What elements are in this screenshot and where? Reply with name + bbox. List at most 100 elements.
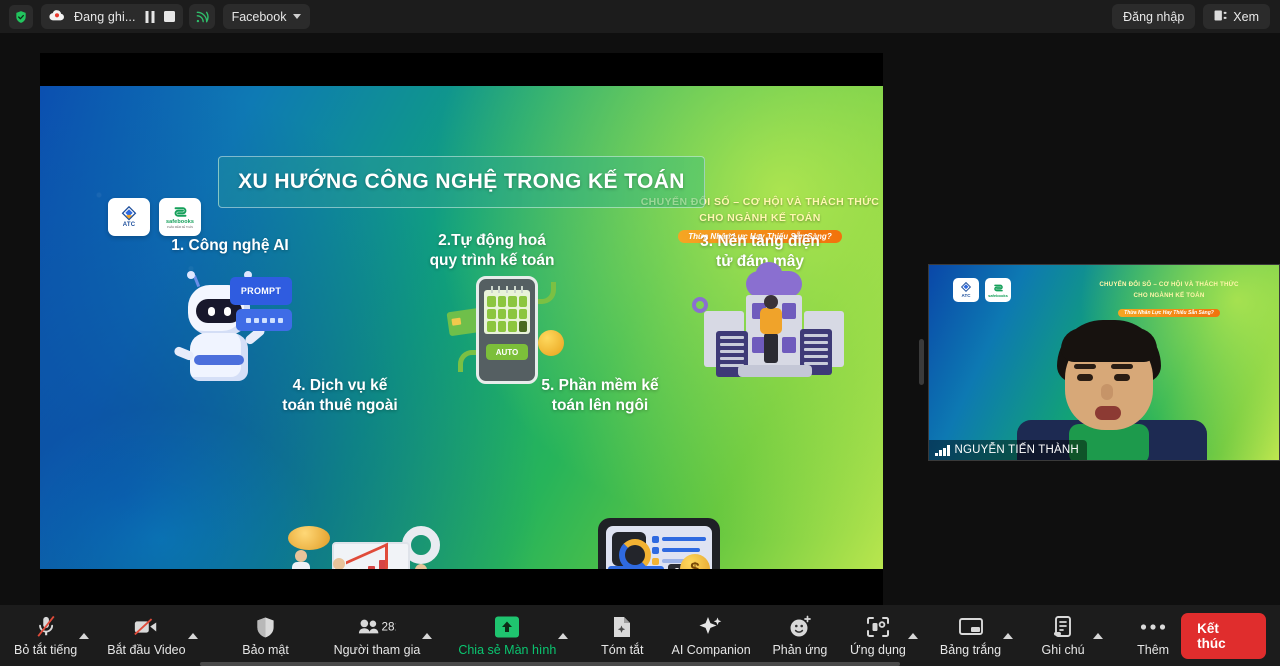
notes-icon	[1052, 614, 1074, 640]
cloud-datacenter-illustration	[690, 262, 855, 386]
participant-name-bar: NGUYỄN TIẾN THÀNH	[929, 440, 1087, 460]
stop-icon[interactable]	[163, 11, 175, 22]
horizontal-scrollbar[interactable]	[200, 662, 900, 666]
ai-companion-label: AI Companion	[671, 643, 751, 657]
auto-label: AUTO	[495, 347, 519, 357]
mute-toggle-button[interactable]: Bỏ tắt tiếng	[14, 607, 77, 665]
notes-options-caret-icon[interactable]	[1093, 632, 1104, 639]
sign-in-label: Đăng nhập	[1123, 9, 1185, 24]
security-shield-icon[interactable]	[9, 4, 33, 29]
mute-label: Bỏ tắt tiếng	[14, 643, 78, 657]
more-ellipsis-icon	[1140, 614, 1166, 640]
atc-logo-label: ATC	[122, 222, 136, 228]
apps-icon	[866, 614, 890, 640]
summary-label: Tóm tắt	[601, 643, 644, 657]
pause-icon[interactable]	[145, 10, 155, 23]
selfview-header-pill: Thừa Nhân Lực Hay Thiếu Sẵn Sàng?	[1118, 309, 1220, 317]
participants-button[interactable]: 281 Người tham gia	[333, 607, 421, 665]
apps-button[interactable]: Ứng dụng	[850, 607, 906, 665]
prompt-bubble-label: PROMPT	[240, 286, 282, 296]
end-meeting-label: Kết thúc	[1197, 620, 1226, 651]
layout-view-icon	[1214, 9, 1227, 24]
participants-options-caret-icon[interactable]	[422, 632, 433, 639]
safebooks-logo-sublabel: PHẦN MỀM KẾ TOÁN	[167, 226, 193, 229]
share-options-caret-icon[interactable]	[558, 632, 569, 639]
notes-label: Ghi chú	[1041, 643, 1085, 657]
security-label: Bảo mật	[242, 643, 289, 657]
selfview-logo-row: ATC safebooks	[953, 278, 1011, 302]
more-label: Thêm	[1137, 643, 1170, 657]
prompt-bubble: PROMPT	[230, 277, 292, 305]
participants-label: Người tham gia	[333, 643, 421, 657]
stream-platform-label: Facebook	[231, 9, 287, 24]
accounting-software-illustration: $	[568, 514, 733, 569]
automation-phone-illustration: AUTO	[446, 274, 568, 386]
audio-options-caret-icon[interactable]	[79, 632, 90, 639]
selfview-header-line1: CHUYỂN ĐỔI SỐ – CƠ HỘI VÀ THÁCH THỨC	[1099, 281, 1239, 288]
deck-header-line2: CHO NGÀNH KẾ TOÁN	[699, 212, 821, 224]
stream-platform-selector[interactable]: Facebook	[222, 4, 311, 29]
whiteboard-button[interactable]: Bảng trắng	[940, 607, 1001, 665]
slide-title-banner: XU HƯỚNG CÔNG NGHỆ TRONG KẾ TOÁN	[218, 156, 705, 208]
meeting-stage: ATC safebooks PHẦN MỀM KẾ TOÁN CHUYỂN ĐỔ…	[0, 33, 1280, 605]
selfview-safebooks-label: safebooks	[988, 292, 1008, 298]
selfview-atc-label: ATC	[961, 293, 971, 298]
safebooks-logo-label: safebooks	[165, 219, 195, 225]
participant-video-tile[interactable]: ATC safebooks CHUYỂN ĐỔI SỐ – CƠ HỘI VÀ …	[928, 264, 1280, 461]
share-screen-icon	[492, 614, 522, 640]
cloud-record-icon	[49, 8, 65, 26]
safebooks-logo: safebooks PHẦN MỀM KẾ TOÁN	[159, 198, 201, 236]
video-options-caret-icon[interactable]	[187, 632, 198, 639]
ai-robot-illustration: PROMPT	[160, 271, 295, 381]
participant-avatar-video	[1017, 320, 1207, 460]
whiteboard-options-caret-icon[interactable]	[1003, 632, 1014, 639]
ai-sparkle-icon	[698, 614, 724, 640]
apps-label: Ứng dụng	[849, 643, 906, 657]
slide-point-4-label: 4. Dịch vụ kế toán thuê ngoài	[282, 377, 398, 414]
atc-logo: ATC	[108, 198, 150, 236]
summary-doc-icon	[611, 614, 633, 640]
summary-button[interactable]: Tóm tắt	[594, 607, 650, 665]
meeting-controls-toolbar: Bỏ tắt tiếng Bắt đầu Video Bảo mật 281	[0, 605, 1280, 666]
video-label: Bắt đầu Video	[107, 643, 186, 657]
selfview-atc-logo: ATC	[953, 278, 979, 302]
zoom-meeting-window: Đang ghi... Facebook Đăng nhập Xem ATC s…	[0, 0, 1280, 666]
whiteboard-icon	[958, 614, 984, 640]
ai-companion-button[interactable]: AI Companion	[671, 607, 751, 665]
prompt-dots-bubble	[236, 309, 292, 331]
notes-button[interactable]: Ghi chú	[1035, 607, 1091, 665]
reactions-smiley-icon	[788, 614, 812, 640]
whiteboard-label: Bảng trắng	[939, 643, 1002, 657]
participant-name: NGUYỄN TIẾN THÀNH	[954, 444, 1079, 456]
slide-point-2-label: 2.Tự động hoá quy trình kế toán	[429, 232, 555, 269]
broadcast-icon[interactable]	[188, 4, 215, 29]
presentation-slide: ATC safebooks PHẦN MỀM KẾ TOÁN CHUYỂN ĐỔ…	[40, 86, 883, 569]
reactions-button[interactable]: Phản ứng	[772, 607, 828, 665]
more-button[interactable]: Thêm	[1125, 607, 1181, 665]
share-screen-button[interactable]: Chia sẻ Màn hình	[458, 607, 556, 665]
slide-title: XU HƯỚNG CÔNG NGHỆ TRONG KẾ TOÁN	[238, 170, 685, 193]
video-off-icon	[133, 614, 159, 640]
top-bar-right-group: Đăng nhập Xem	[1112, 4, 1270, 29]
chevron-down-icon	[293, 14, 302, 19]
selfview-background-header: CHUYỂN ĐỔI SỐ – CƠ HỘI VÀ THÁCH THỨC CHO…	[1069, 279, 1269, 319]
panel-resize-handle[interactable]	[919, 339, 924, 385]
apps-options-caret-icon[interactable]	[907, 632, 918, 639]
signal-bars-icon	[935, 444, 950, 456]
share-screen-label: Chia sẻ Màn hình	[458, 643, 557, 657]
meeting-top-bar: Đang ghi... Facebook Đăng nhập Xem	[0, 0, 1280, 33]
slide-point-1-label: 1. Công nghệ AI	[171, 237, 289, 254]
video-toggle-button[interactable]: Bắt đầu Video	[107, 607, 186, 665]
sign-in-button[interactable]: Đăng nhập	[1112, 4, 1196, 29]
security-button[interactable]: Bảo mật	[238, 607, 294, 665]
recording-indicator: Đang ghi...	[41, 4, 183, 29]
end-meeting-button[interactable]: Kết thúc	[1181, 612, 1266, 659]
recording-label: Đang ghi...	[74, 9, 136, 24]
microphone-muted-icon	[35, 614, 57, 640]
outsourcing-team-illustration	[272, 518, 452, 569]
shared-screen-frame[interactable]: ATC safebooks PHẦN MỀM KẾ TOÁN CHUYỂN ĐỔ…	[40, 53, 883, 605]
svg-text:281: 281	[381, 621, 395, 634]
selfview-header-line2: CHO NGÀNH KẾ TOÁN	[1133, 292, 1205, 299]
view-button[interactable]: Xem	[1203, 4, 1270, 29]
participants-icon: 281	[358, 614, 396, 640]
